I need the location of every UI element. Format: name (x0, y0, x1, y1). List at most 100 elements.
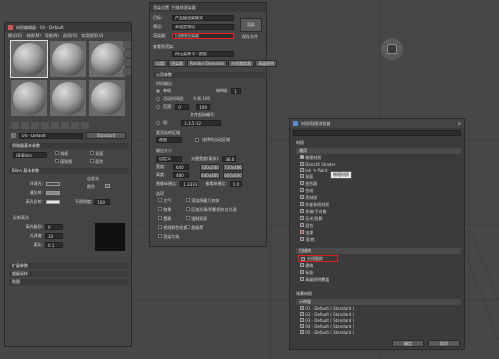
save-file-label[interactable]: 保存文件 (242, 34, 258, 40)
eyedropper-icon[interactable] (11, 133, 16, 138)
range-from-field[interactable]: 0 (175, 104, 190, 110)
supersampling-rollout[interactable]: 超级采样 (9, 271, 129, 277)
ok-button[interactable]: 确定 (392, 340, 424, 347)
tab-renderer[interactable]: 渲染器 (168, 60, 186, 67)
extended-params-rollout[interactable]: 扩展参数 (9, 263, 129, 269)
list-item[interactable]: DirectX Shader (300, 162, 460, 167)
preset-dropdown[interactable]: 未选定预设 (172, 24, 234, 30)
effects-checkbox[interactable] (158, 207, 162, 211)
render-setup-titlebar[interactable]: 渲染设置: 扫描线渲染器 (150, 3, 266, 12)
list-item[interactable]: 虫漆 (300, 230, 460, 236)
tool-icon[interactable] (123, 41, 131, 48)
tool-icon[interactable] (123, 50, 131, 57)
sample-slot[interactable] (50, 41, 86, 77)
image-aspect-field[interactable]: 1.33333 (180, 181, 199, 187)
render-button[interactable]: 渲染 (240, 18, 262, 32)
tab-advanced-lighting[interactable]: 高级照明 (255, 60, 278, 67)
list-item[interactable]: 壳材质 (300, 195, 460, 201)
ambient-swatch[interactable] (46, 182, 60, 186)
material-name-field[interactable]: 04 - Default (19, 132, 83, 139)
range-to-field[interactable]: 100 (196, 104, 211, 110)
video-color-check-checkbox[interactable] (158, 225, 162, 229)
tool-icon[interactable] (41, 122, 49, 129)
hidden-geometry-checkbox[interactable] (186, 198, 190, 202)
opacity-field[interactable]: 100 (94, 199, 111, 205)
list-item[interactable]: 物理材质 (300, 155, 460, 161)
size-preset-320[interactable]: 320x240 (200, 163, 220, 171)
scene-materials-header[interactable]: 场景材质 (293, 291, 461, 297)
gloss-field[interactable]: 10 (45, 233, 63, 239)
sample-slot[interactable] (10, 40, 48, 78)
list-item[interactable]: 建筑 (300, 263, 329, 269)
wire-checkbox[interactable] (55, 151, 59, 155)
blinn-rollout-header[interactable]: Blinn 基本参数 (9, 168, 129, 174)
tool-icon[interactable] (11, 122, 19, 129)
raytrace-item-highlighted[interactable]: 光线跟踪 (298, 255, 338, 262)
diffuse-swatch[interactable] (46, 191, 60, 195)
tool-icon[interactable] (81, 122, 89, 129)
self-illum-swatch[interactable] (105, 184, 110, 188)
menu-mode[interactable]: 模式(D) (8, 33, 22, 38)
auto-region-checkbox[interactable] (195, 138, 199, 142)
two-sided-checkbox[interactable] (90, 151, 94, 155)
sample-slot[interactable] (50, 80, 86, 116)
list-item[interactable]: 标准 (300, 270, 329, 276)
menu-options[interactable]: 选项(O) (63, 33, 77, 38)
tab-raytracer[interactable]: 光线跟踪器 (228, 60, 255, 67)
view-to-render-dropdown[interactable]: 四元菜单 4 - 透视 (172, 51, 234, 57)
height-field[interactable]: 480 (173, 172, 189, 178)
tool-icon[interactable] (71, 122, 79, 129)
browser-search-input[interactable] (293, 130, 461, 136)
list-item[interactable]: 04 - Default ( Standard ) (300, 324, 354, 329)
size-preset-720[interactable]: 720x486 (223, 163, 243, 171)
viewcube[interactable] (381, 38, 403, 60)
target-dropdown[interactable]: 产品级渲染模式 (172, 15, 234, 21)
every-n-field[interactable]: 1 (231, 88, 242, 94)
spec-level-field[interactable]: 0 (45, 224, 63, 230)
list-item[interactable]: 02 - Default ( Standard ) (300, 312, 354, 317)
sample-slot[interactable] (89, 80, 125, 116)
sample-slot[interactable] (89, 41, 125, 77)
displacement-checkbox[interactable] (158, 216, 162, 220)
range-radio[interactable] (156, 105, 160, 109)
list-item[interactable]: 顶/底 (300, 237, 460, 243)
materials-section-header[interactable]: 材质 (293, 140, 461, 146)
menu-navigation[interactable]: 导航(N) (45, 33, 59, 38)
atmosphere-checkbox[interactable] (158, 198, 162, 202)
general-group-header[interactable]: 通用 (296, 148, 461, 154)
custom-dropdown[interactable]: 自定义 (156, 156, 182, 162)
tool-icon[interactable] (123, 59, 131, 66)
list-item[interactable]: 双面 (300, 174, 460, 180)
list-item[interactable]: 合成 (300, 188, 460, 194)
material-editor-titlebar[interactable]: 材质编辑器 - 04 - Default (5, 23, 131, 32)
menu-material[interactable]: 材质(M) (26, 33, 41, 38)
list-item[interactable]: Ink 'n Paint (300, 168, 460, 173)
frames-radio[interactable] (156, 121, 160, 125)
area-lights-checkbox[interactable] (186, 207, 190, 211)
list-item[interactable]: 变形器 (300, 181, 460, 187)
material-type-button[interactable]: Standard (86, 132, 126, 139)
list-item[interactable]: 01 - Default ( Standard ) (300, 306, 354, 311)
size-preset-640[interactable]: 640x480 (200, 171, 220, 179)
maps-rollout[interactable]: 贴图 (9, 279, 129, 285)
force-two-sided-checkbox[interactable] (186, 216, 190, 220)
tab-render-elements[interactable]: Render Elements (187, 60, 228, 67)
aperture-field[interactable]: 36.0 (222, 156, 237, 162)
face-map-checkbox[interactable] (55, 159, 59, 163)
browser-titlebar[interactable]: 材质/贴图浏览器 ✕ (290, 119, 464, 128)
pixel-aspect-field[interactable]: 1.0 (229, 181, 242, 187)
tool-icon[interactable] (51, 122, 59, 129)
menu-utilities[interactable]: 实用程序(U) (81, 33, 103, 38)
sample-slots-group-header[interactable]: 示例窗 (296, 299, 461, 305)
width-field[interactable]: 640 (173, 164, 189, 170)
tool-icon[interactable] (31, 122, 39, 129)
shader-dropdown[interactable]: (B)Blinn (13, 152, 47, 158)
list-item[interactable]: 外部参照材质 (300, 202, 460, 208)
render-fields-checkbox[interactable] (158, 234, 162, 238)
list-item[interactable]: 多维/子对象 (300, 209, 460, 215)
renderer-dropdown[interactable]: 扫描线渲染器 (172, 33, 234, 39)
shader-rollout-header[interactable]: 明暗器基本参数 (9, 143, 129, 149)
frames-field[interactable]: 1,3,5-12 (181, 120, 222, 126)
list-item[interactable]: 03 - Default ( Standard ) (300, 318, 354, 323)
soften-field[interactable]: 0.1 (45, 242, 63, 248)
